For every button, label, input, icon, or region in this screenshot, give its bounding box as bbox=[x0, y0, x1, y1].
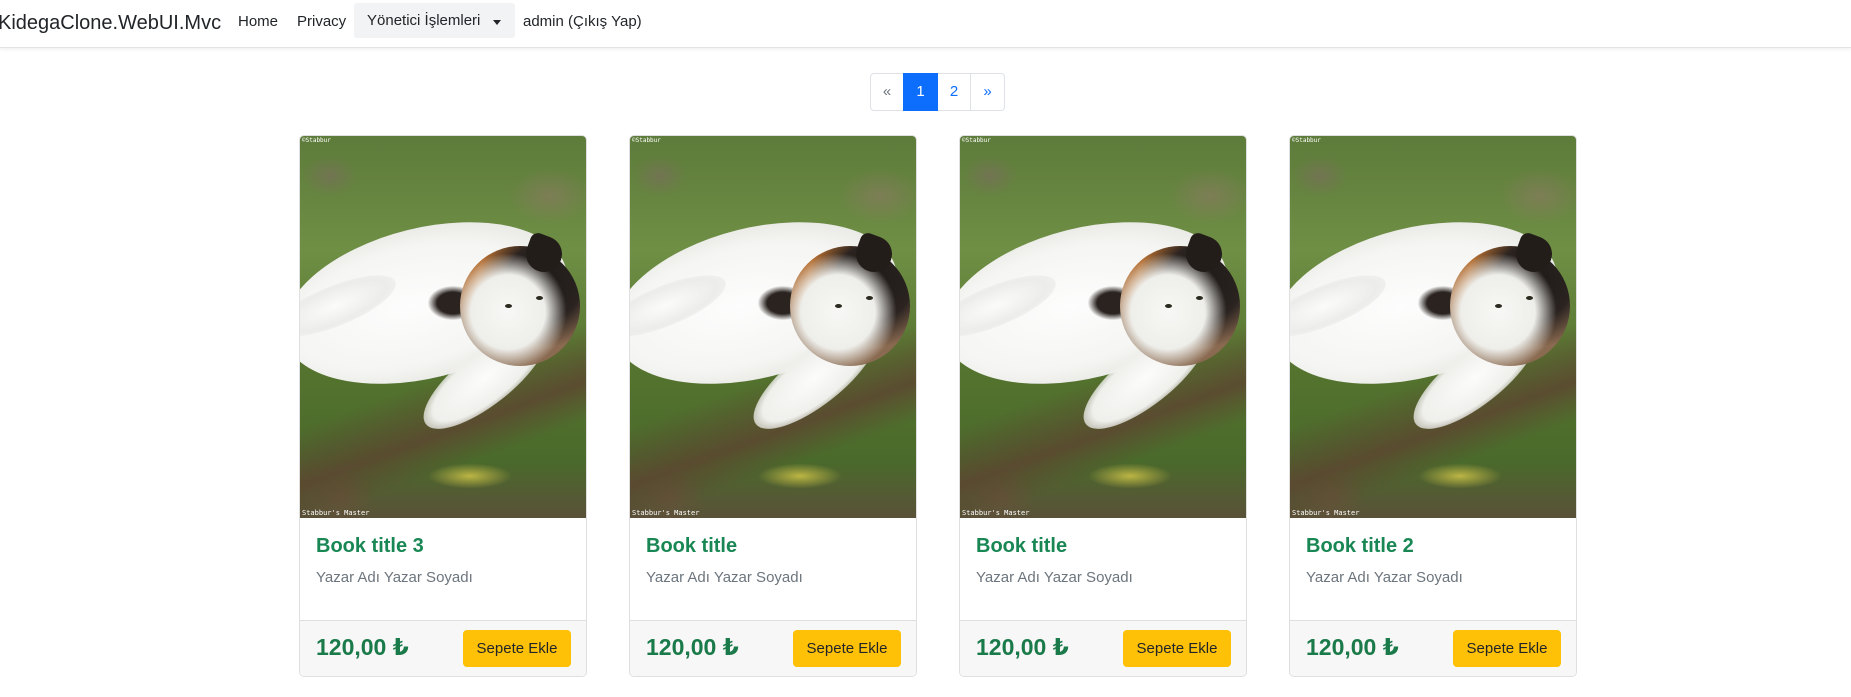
pagination-next[interactable]: » bbox=[970, 73, 1005, 111]
add-to-cart-button[interactable]: Sepete Ekle bbox=[793, 630, 901, 667]
book-price: 120,00 ₺ bbox=[976, 634, 1069, 660]
image-watermark: Stabbur's Master bbox=[302, 509, 370, 517]
book-title[interactable]: Book title bbox=[646, 534, 737, 558]
book-title[interactable]: Book title 3 bbox=[316, 534, 424, 558]
pagination-page-1[interactable]: 1 bbox=[903, 73, 938, 111]
book-card: ©Stabbur Stabbur's Master Book title Yaz… bbox=[629, 135, 917, 677]
add-to-cart-button[interactable]: Sepete Ekle bbox=[1453, 630, 1561, 667]
nav-link-home[interactable]: Home bbox=[238, 12, 278, 32]
image-watermark: Stabbur's Master bbox=[962, 509, 1030, 517]
book-author: Yazar Adı Yazar Soyadı bbox=[976, 569, 1133, 586]
book-card: ©Stabbur Stabbur's Master Book title 2 Y… bbox=[1289, 135, 1577, 677]
cat-eye-shape bbox=[1495, 304, 1502, 308]
image-corner-text: ©Stabbur bbox=[1292, 137, 1321, 144]
card-footer: 120,00 ₺ Sepete Ekle bbox=[630, 620, 916, 676]
cat-eye-shape bbox=[835, 304, 842, 308]
pagination-prev[interactable]: « bbox=[870, 73, 904, 111]
cat-eye-shape bbox=[1196, 296, 1203, 300]
cat-head-shape bbox=[460, 246, 580, 366]
chevron-down-icon bbox=[493, 20, 501, 25]
cat-head-shape bbox=[1450, 246, 1570, 366]
navbar-brand[interactable]: KidegaClone.WebUI.Mvc bbox=[0, 11, 221, 35]
book-price: 120,00 ₺ bbox=[646, 634, 739, 660]
navbar: KidegaClone.WebUI.Mvc Home Privacy Yönet… bbox=[0, 0, 1851, 48]
book-title[interactable]: Book title 2 bbox=[1306, 534, 1414, 558]
book-author: Yazar Adı Yazar Soyadı bbox=[646, 569, 803, 586]
book-title[interactable]: Book title bbox=[976, 534, 1067, 558]
image-corner-text: ©Stabbur bbox=[632, 137, 661, 144]
nav-link-privacy[interactable]: Privacy bbox=[297, 12, 346, 32]
nav-link-logout[interactable]: admin (Çıkış Yap) bbox=[523, 12, 642, 32]
card-footer: 120,00 ₺ Sepete Ekle bbox=[960, 620, 1246, 676]
admin-menu-dropdown[interactable]: Yönetici İşlemleri bbox=[354, 3, 515, 38]
cat-head-shape bbox=[1120, 246, 1240, 366]
book-card: ©Stabbur Stabbur's Master Book title Yaz… bbox=[959, 135, 1247, 677]
cat-eye-shape bbox=[1165, 304, 1172, 308]
cat-eye-shape bbox=[505, 304, 512, 308]
image-watermark: Stabbur's Master bbox=[1292, 509, 1360, 517]
book-cover-image[interactable]: ©Stabbur Stabbur's Master bbox=[300, 136, 586, 518]
card-footer: 120,00 ₺ Sepete Ekle bbox=[300, 620, 586, 676]
cat-eye-shape bbox=[866, 296, 873, 300]
image-watermark: Stabbur's Master bbox=[632, 509, 700, 517]
pagination: « 1 2 » bbox=[870, 73, 1005, 111]
book-price: 120,00 ₺ bbox=[1306, 634, 1399, 660]
cat-eye-shape bbox=[1526, 296, 1533, 300]
book-price: 120,00 ₺ bbox=[316, 634, 409, 660]
book-cover-image[interactable]: ©Stabbur Stabbur's Master bbox=[960, 136, 1246, 518]
book-author: Yazar Adı Yazar Soyadı bbox=[1306, 569, 1463, 586]
book-cover-image[interactable]: ©Stabbur Stabbur's Master bbox=[630, 136, 916, 518]
book-author: Yazar Adı Yazar Soyadı bbox=[316, 569, 473, 586]
image-corner-text: ©Stabbur bbox=[302, 137, 331, 144]
card-footer: 120,00 ₺ Sepete Ekle bbox=[1290, 620, 1576, 676]
add-to-cart-button[interactable]: Sepete Ekle bbox=[463, 630, 571, 667]
admin-menu-label: Yönetici İşlemleri bbox=[367, 12, 481, 29]
pagination-page-2[interactable]: 2 bbox=[937, 73, 971, 111]
book-card: ©Stabbur Stabbur's Master Book title 3 Y… bbox=[299, 135, 587, 677]
book-cover-image[interactable]: ©Stabbur Stabbur's Master bbox=[1290, 136, 1576, 518]
add-to-cart-button[interactable]: Sepete Ekle bbox=[1123, 630, 1231, 667]
cat-eye-shape bbox=[536, 296, 543, 300]
cat-head-shape bbox=[790, 246, 910, 366]
image-corner-text: ©Stabbur bbox=[962, 137, 991, 144]
